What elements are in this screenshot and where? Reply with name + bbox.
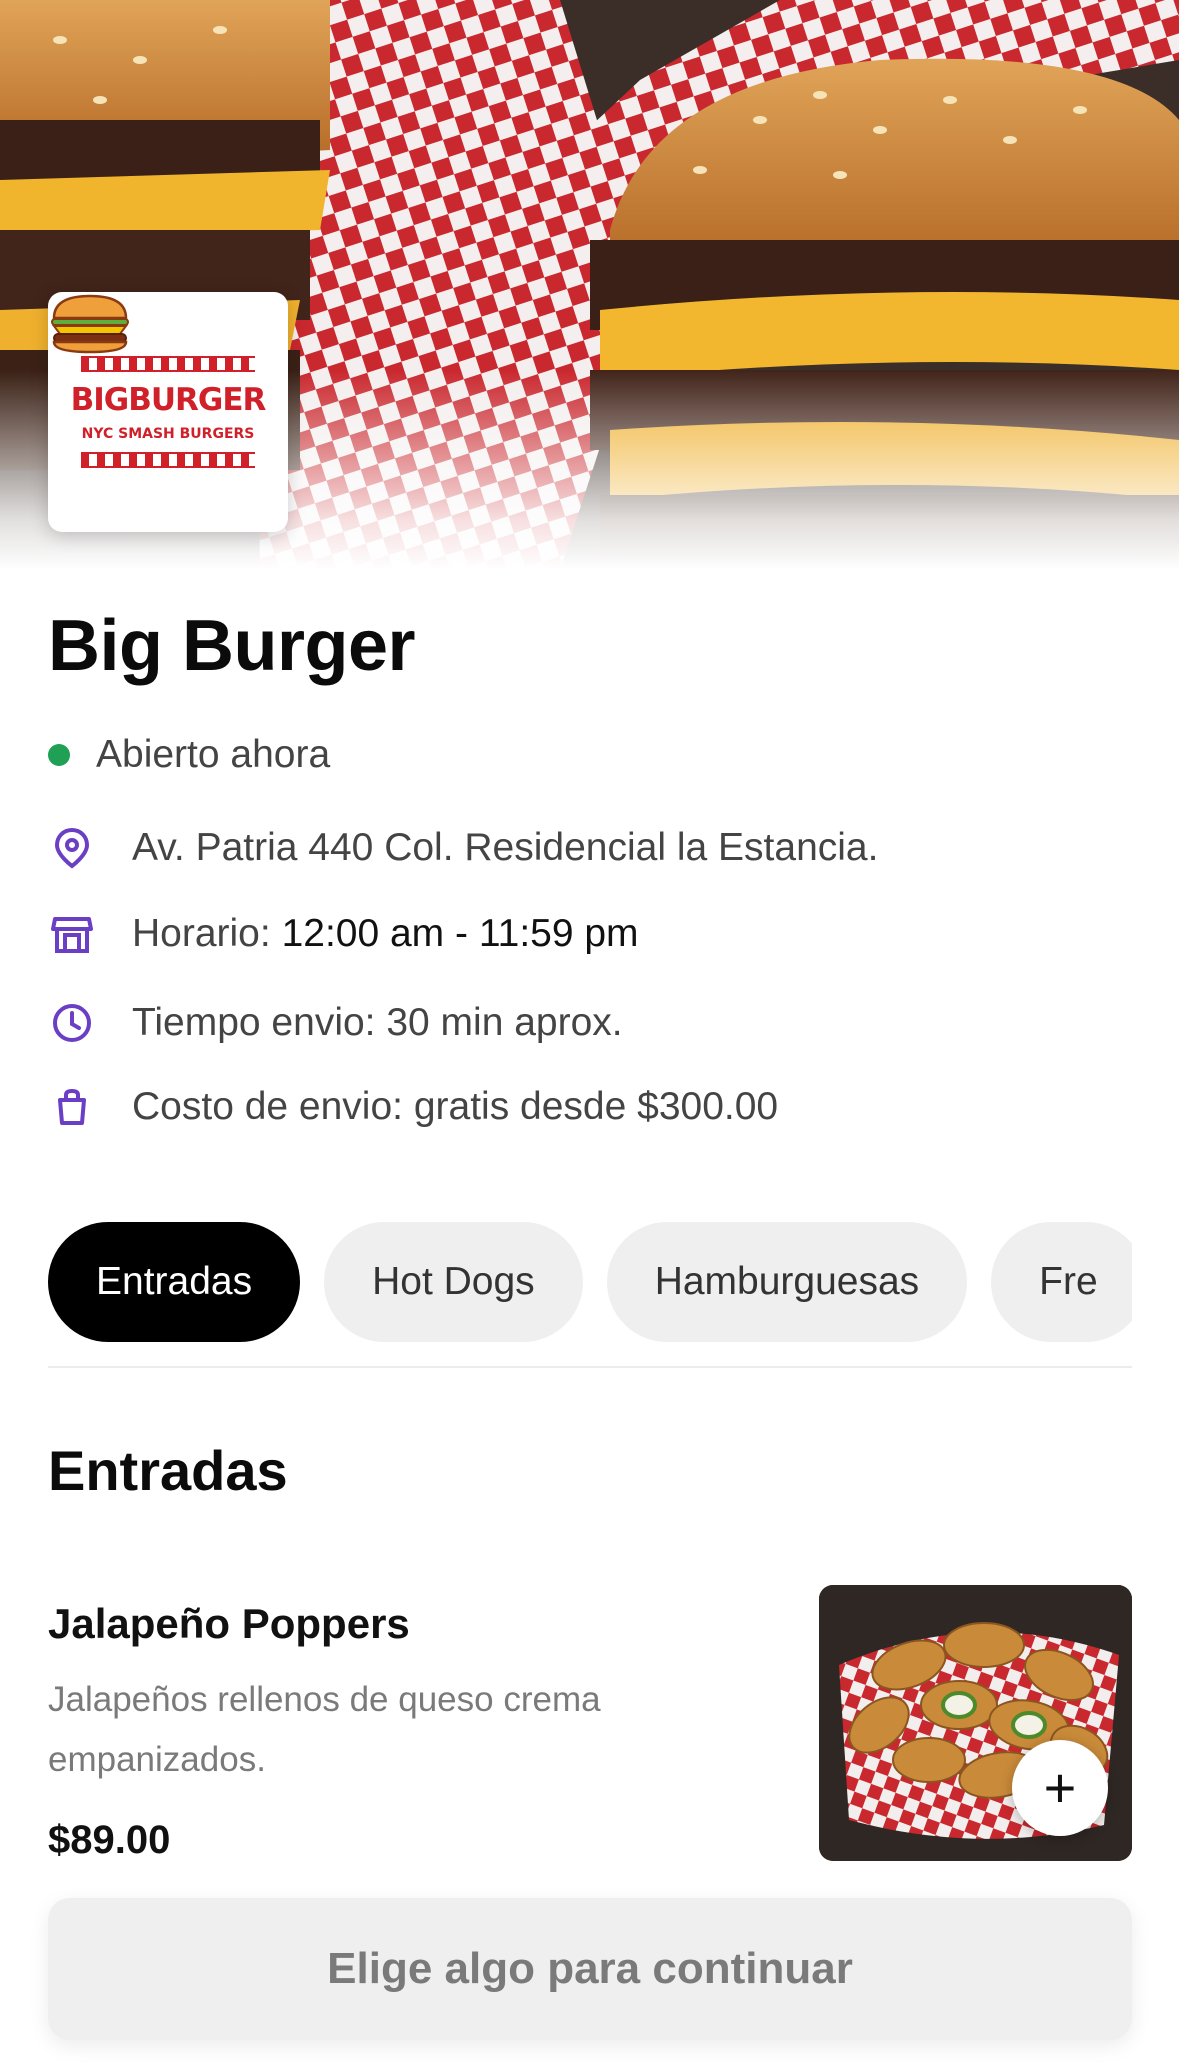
burger-icon bbox=[51, 294, 129, 354]
restaurant-logo: BIGBURGER NYC SMASH BURGERS bbox=[48, 292, 288, 532]
logo-checker-bottom bbox=[81, 452, 255, 468]
address-row: Av. Patria 440 Col. Residencial la Estan… bbox=[48, 824, 878, 872]
delivery-cost-text: Costo de envio: gratis desde $300.00 bbox=[132, 1085, 779, 1128]
address-text: Av. Patria 440 Col. Residencial la Estan… bbox=[132, 826, 879, 869]
tab-hamburguesas[interactable]: Hamburguesas bbox=[606, 1222, 968, 1342]
store-icon bbox=[48, 910, 96, 958]
item-description: Jalapeños rellenos de queso crema empani… bbox=[48, 1680, 601, 1779]
hours-row: Horario: 12:00 am - 11:59 pm bbox=[48, 910, 639, 958]
add-item-button[interactable]: + bbox=[1012, 1740, 1108, 1836]
logo-checker-top bbox=[81, 356, 255, 372]
hours-value: 12:00 am - 11:59 pm bbox=[281, 912, 639, 955]
clock-icon bbox=[48, 999, 96, 1047]
open-status: Abierto ahora bbox=[48, 733, 330, 777]
section-title: Entradas bbox=[48, 1439, 288, 1502]
delivery-time-text: Tiempo envio: 30 min aprox. bbox=[132, 1001, 623, 1044]
continue-button[interactable]: Elige algo para continuar bbox=[48, 1898, 1132, 2040]
restaurant-name: Big Burger bbox=[48, 606, 416, 686]
tab-hot-dogs[interactable]: Hot Dogs bbox=[324, 1222, 583, 1342]
tabs-divider bbox=[48, 1366, 1132, 1368]
hours-text: Horario: 12:00 am - 11:59 pm bbox=[132, 912, 639, 956]
location-pin-icon bbox=[48, 824, 96, 872]
hours-label: Horario: bbox=[132, 912, 271, 955]
status-text: Abierto ahora bbox=[96, 733, 331, 776]
logo-subtitle: NYC SMASH BURGERS bbox=[81, 426, 255, 442]
logo-title: BIGBURGER bbox=[70, 382, 267, 418]
tab-fre[interactable]: Fre bbox=[991, 1222, 1132, 1342]
item-name: Jalapeño Poppers bbox=[48, 1600, 410, 1647]
delivery-cost-row: Costo de envio: gratis desde $300.00 bbox=[48, 1083, 778, 1131]
category-tabs: Entradas Hot Dogs Hamburguesas Fre bbox=[48, 1222, 1132, 1344]
status-dot-icon bbox=[48, 744, 70, 766]
hero-banner: BIGBURGER NYC SMASH BURGERS bbox=[0, 0, 1179, 570]
delivery-time-row: Tiempo envio: 30 min aprox. bbox=[48, 999, 623, 1047]
tab-entradas[interactable]: Entradas bbox=[48, 1222, 301, 1342]
item-price: $89.00 bbox=[48, 1818, 171, 1862]
bag-icon bbox=[48, 1083, 96, 1131]
